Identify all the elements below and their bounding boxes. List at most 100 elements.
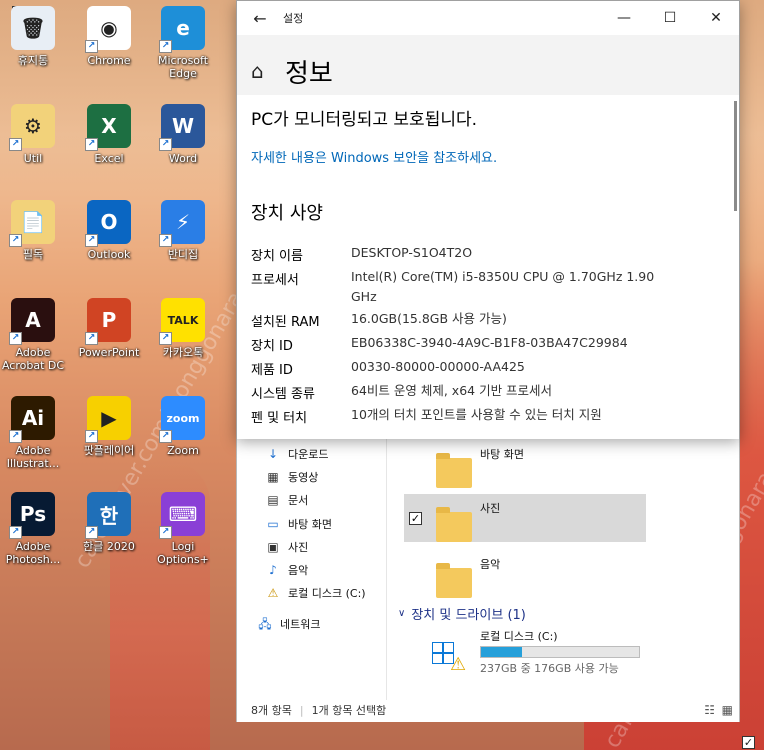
app-icon: TALK ↗ bbox=[159, 298, 205, 345]
selected-count: 1개 항목 선택함 bbox=[311, 704, 387, 717]
desktop-icon[interactable]: W ↗ Word bbox=[150, 104, 216, 165]
app-icon: 🗑 bbox=[11, 6, 55, 50]
desktop-icon-label: Adobe Photosh... bbox=[5, 540, 61, 566]
app-icon: ⌨ ↗ bbox=[159, 492, 205, 539]
desktop-icon[interactable]: zoom ↗ Zoom bbox=[150, 396, 216, 457]
desktop-icon-label: 필독 bbox=[22, 248, 44, 261]
nav-item-label: 문서 bbox=[288, 494, 309, 507]
app-icon: e ↗ bbox=[159, 6, 205, 53]
desktop-icon[interactable]: ⚙ ↗ Util bbox=[0, 104, 66, 165]
desktop-icon-label: 한글 2020 bbox=[83, 540, 135, 553]
spec-label: 제품 ID bbox=[251, 363, 293, 378]
desktop-icon[interactable]: e ↗ Microsoft Edge bbox=[150, 6, 216, 80]
desktop-icon[interactable]: O ↗ Outlook bbox=[76, 200, 142, 261]
shortcut-arrow-icon: ↗ bbox=[85, 526, 98, 539]
spec-value: Intel(R) Core(TM) i5-8350U CPU @ 1.70GHz… bbox=[351, 269, 655, 304]
desktop-icon[interactable]: ⚡ ↗ 반디집 bbox=[150, 200, 216, 261]
page-header: ⌂ 정보 bbox=[237, 35, 739, 95]
app-icon: O ↗ bbox=[85, 200, 131, 247]
desktop-icon[interactable]: ▶ ↗ 팟플레이어 bbox=[76, 396, 142, 457]
nav-item-label: 다운로드 bbox=[288, 448, 329, 461]
nav-item-label: 바탕 화면 bbox=[288, 518, 332, 531]
home-icon[interactable]: ⌂ bbox=[251, 59, 264, 83]
scrollbar[interactable] bbox=[734, 101, 737, 211]
folder-item[interactable]: 사진 bbox=[436, 500, 500, 542]
shortcut-arrow-icon: ↗ bbox=[9, 138, 22, 151]
drive-usage-bar bbox=[480, 646, 640, 658]
page-title: 정보 bbox=[285, 59, 333, 89]
close-button[interactable]: ✕ bbox=[693, 1, 739, 35]
settings-content: PC가 모니터링되고 보호됩니다. 자세한 내용은 Windows 보안을 참조… bbox=[237, 95, 739, 439]
app-icon: zoom ↗ bbox=[159, 396, 205, 443]
large-icons-view-icon[interactable]: ▦ bbox=[722, 703, 733, 717]
app-icon: 📄 ↗ bbox=[9, 200, 55, 247]
nav-item[interactable]: ▦ 동영상 bbox=[266, 467, 318, 487]
nav-item[interactable]: ♪ 음악 bbox=[266, 560, 308, 580]
desktop-icon-label: PowerPoint bbox=[78, 346, 140, 359]
spec-label: 장치 ID bbox=[251, 339, 293, 354]
spec-label: 펜 및 터치 bbox=[251, 411, 308, 426]
desktop-icon[interactable]: X ↗ Excel bbox=[76, 104, 142, 165]
desktop-icon-label: Outlook bbox=[87, 248, 131, 261]
desktop-icon[interactable]: A ↗ Adobe Acrobat DC bbox=[0, 298, 66, 372]
nav-icon: 🖧 bbox=[258, 617, 272, 631]
desktop-icon-label: Excel bbox=[94, 152, 124, 165]
app-icon: ⚡ ↗ bbox=[159, 200, 205, 247]
item-checkbox[interactable]: ✓ bbox=[409, 512, 422, 525]
details-view-icon[interactable]: ☷ bbox=[704, 703, 715, 717]
nav-item[interactable]: 🖧 네트워크 bbox=[258, 614, 320, 634]
window-title: 설정 bbox=[283, 12, 304, 25]
nav-item[interactable]: ↓ 다운로드 bbox=[266, 444, 329, 464]
app-icon: ⚙ ↗ bbox=[9, 104, 55, 151]
security-link[interactable]: 자세한 내용은 Windows 보안을 참조하세요. bbox=[251, 147, 497, 166]
folder-icon bbox=[436, 563, 472, 598]
spec-value: DESKTOP-S1O4T2O bbox=[351, 245, 473, 260]
desktop-icon-label: Zoom bbox=[167, 444, 199, 457]
spec-value: 64비트 운영 체제, x64 기반 프로세서 bbox=[351, 383, 553, 398]
warning-icon: ⚠ bbox=[450, 654, 467, 675]
shortcut-arrow-icon: ↗ bbox=[85, 332, 98, 345]
desktop-icon[interactable]: ⌨ ↗ Logi Options+ bbox=[150, 492, 216, 566]
folder-icon bbox=[436, 453, 472, 488]
select-checkbox[interactable]: ✓ bbox=[742, 736, 755, 749]
desktop-icon-label: Adobe Acrobat DC bbox=[1, 346, 65, 372]
drive-info-text: 237GB 중 176GB 사용 가능 bbox=[480, 662, 619, 675]
nav-item[interactable]: ⚠ 로컬 디스크 (C:) bbox=[266, 583, 366, 603]
maximize-button[interactable]: ☐ bbox=[647, 1, 693, 35]
nav-item[interactable]: ▭ 바탕 화면 bbox=[266, 514, 332, 534]
devices-header[interactable]: ∨ 장치 및 드라이브 (1) bbox=[398, 604, 526, 623]
desktop-icon[interactable]: Ps ↗ Adobe Photosh... bbox=[0, 492, 66, 566]
folder-item[interactable]: 바탕 화면 bbox=[436, 446, 524, 488]
folder-icon bbox=[436, 507, 472, 542]
nav-item-label: 사진 bbox=[288, 541, 309, 554]
desktop-icon[interactable]: 🗑 휴지통 bbox=[0, 6, 66, 67]
devices-header-label: 장치 및 드라이브 (1) bbox=[411, 608, 526, 623]
desktop-icon[interactable]: P ↗ PowerPoint bbox=[76, 298, 142, 359]
title-bar: ← 설정 — ☐ ✕ bbox=[237, 1, 739, 35]
desktop-icon[interactable]: Ai ↗ Adobe Illustrat... bbox=[0, 396, 66, 470]
shortcut-arrow-icon: ↗ bbox=[159, 430, 172, 443]
nav-item[interactable]: ▣ 사진 bbox=[266, 537, 308, 557]
shortcut-arrow-icon: ↗ bbox=[85, 40, 98, 53]
drive-info: 237GB 중 176GB 사용 가능 bbox=[480, 660, 619, 676]
app-icon: X ↗ bbox=[85, 104, 131, 151]
shortcut-arrow-icon: ↗ bbox=[9, 332, 22, 345]
folder-item[interactable]: 음악 bbox=[436, 556, 500, 598]
section-title: 장치 사양 bbox=[251, 203, 323, 224]
desktop-icon[interactable]: 📄 ↗ 필독 bbox=[0, 200, 66, 261]
minimize-button[interactable]: — bbox=[601, 1, 647, 35]
desktop-icon-label: Chrome bbox=[87, 54, 131, 67]
desktop-icon[interactable]: 한 ↗ 한글 2020 bbox=[76, 492, 142, 553]
desktop-icon-label: Word bbox=[168, 152, 198, 165]
drive-icon[interactable]: ⚠ bbox=[432, 632, 472, 675]
nav-item-label: 로컬 디스크 (C:) bbox=[288, 587, 366, 600]
shortcut-arrow-icon: ↗ bbox=[159, 526, 172, 539]
spec-label: 장치 이름 bbox=[251, 249, 303, 264]
spec-value: 10개의 터치 포인트를 사용할 수 있는 터치 지원 bbox=[351, 407, 602, 422]
nav-item[interactable]: ▤ 문서 bbox=[266, 490, 308, 510]
spec-value: EB06338C-3940-4A9C-B1F8-03BA47C29984 bbox=[351, 335, 628, 350]
desktop-icon[interactable]: ◉ ↗ Chrome bbox=[76, 6, 142, 67]
desktop-icon[interactable]: TALK ↗ 카카오톡 bbox=[150, 298, 216, 359]
back-arrow-icon[interactable]: ← bbox=[237, 9, 283, 28]
shortcut-arrow-icon: ↗ bbox=[159, 234, 172, 247]
